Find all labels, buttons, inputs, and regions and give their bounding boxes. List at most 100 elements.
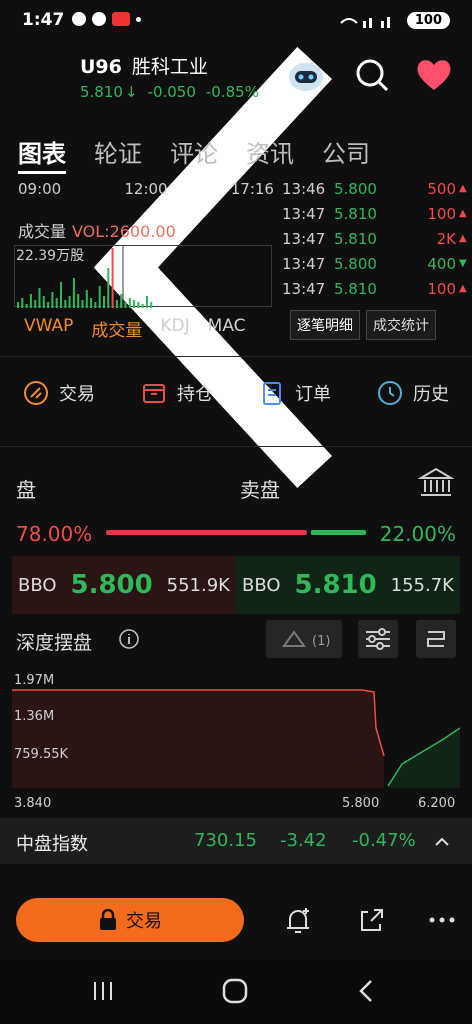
- volume-header: 成交量 VOL:2600.00: [18, 218, 176, 242]
- bid-size: 551.9K: [166, 574, 230, 596]
- settings-sliders-button[interactable]: [358, 620, 398, 658]
- depth-chart[interactable]: 1.97M 1.36M 759.55K: [12, 668, 461, 788]
- volume-bar: [55, 298, 58, 308]
- volume-bar: [120, 294, 123, 308]
- tick-view-buttons: 逐笔明细 成交统计: [290, 310, 436, 340]
- last-price: 5.810: [80, 83, 123, 101]
- indicator-kdj[interactable]: KDJ: [160, 316, 189, 341]
- stock-code: U96: [80, 56, 122, 78]
- volume-bar: [25, 304, 28, 308]
- trade-action-label: 交易: [59, 384, 95, 405]
- time-label: 12:00: [124, 180, 168, 198]
- volume-bar: [103, 296, 105, 308]
- favorite-heart-icon[interactable]: [414, 55, 454, 95]
- divider: [0, 446, 472, 447]
- stock-quote: 5.810 ↓ -0.050 -0.85%: [80, 83, 269, 101]
- switch-icon: [427, 631, 445, 647]
- tab-chart[interactable]: 图表: [18, 134, 66, 174]
- depth-chart-plot: 1.97M 1.36M 759.55K: [12, 673, 461, 788]
- tick-qty: 2K: [436, 229, 456, 248]
- sell-side-label: 卖盘: [240, 478, 280, 502]
- tab-comments[interactable]: 评论: [170, 134, 218, 174]
- broker-filter-button[interactable]: (1): [266, 620, 342, 658]
- volume-bar: [60, 282, 62, 308]
- index-value: 730.15: [194, 830, 257, 851]
- system-nav-bar: [0, 960, 472, 1024]
- robot-assistant-icon[interactable]: [286, 55, 326, 95]
- volume-bar: [21, 298, 24, 308]
- volume-bar: [64, 300, 67, 308]
- exchange-bank-icon[interactable]: [418, 466, 454, 500]
- index-change: -3.42: [280, 830, 327, 851]
- divider: [0, 356, 472, 357]
- volume-bar: [34, 300, 37, 308]
- action-row: 交易 持仓 订单 历史: [0, 380, 472, 406]
- tick-detail-button[interactable]: 逐笔明细: [290, 310, 360, 340]
- volume-bar: [115, 300, 118, 308]
- sliders-icon: [366, 628, 390, 650]
- depth-y-label: 1.36M: [14, 709, 54, 724]
- volume-bar: [146, 296, 148, 308]
- best-bid-offer: BBO 5.800 551.9K BBO 5.810 155.7K: [12, 556, 460, 614]
- triangle-up-icon: ▲: [459, 233, 467, 244]
- tick-time: 13:46: [282, 179, 326, 198]
- tab-company[interactable]: 公司: [322, 134, 370, 174]
- indicator-volume[interactable]: 成交量: [91, 316, 142, 341]
- search-icon[interactable]: [352, 55, 392, 95]
- volume-bar: [51, 292, 54, 308]
- chevron-up-icon[interactable]: [432, 832, 452, 852]
- tick-price: 5.810: [334, 229, 377, 248]
- orders-action-label: 订单: [295, 384, 331, 405]
- volume-bar: [107, 268, 110, 308]
- index-ticker-bar[interactable]: 中盘指数 730.15 -3.42 -0.47%: [0, 818, 472, 864]
- index-change-pct: -0.47%: [352, 830, 416, 851]
- best-bid[interactable]: BBO 5.800 551.9K: [12, 556, 236, 614]
- depth-y-label: 1.97M: [14, 673, 54, 688]
- tick-time: 13:47: [282, 254, 326, 273]
- indicator-vwap[interactable]: VWAP: [24, 316, 73, 341]
- volume-value: VOL:2600.00: [72, 222, 176, 241]
- trade-stats-button[interactable]: 成交统计: [366, 310, 436, 340]
- tab-warrants[interactable]: 轮证: [94, 134, 142, 174]
- volume-bar: [111, 248, 114, 308]
- share-icon[interactable]: [356, 904, 388, 936]
- tick-list: 13:46 5.800 500 ▲ 13:47 5.810 100 ▲ 13:47 5.810 2K…: [282, 176, 472, 301]
- more-options-icon[interactable]: [426, 904, 458, 936]
- orders-action[interactable]: 订单: [259, 380, 331, 406]
- tab-news[interactable]: 资讯: [246, 134, 294, 174]
- price-change: -0.050: [147, 83, 196, 101]
- depth-x-label: 6.200: [418, 796, 456, 811]
- history-action[interactable]: 历史: [377, 380, 449, 406]
- volume-bar: [42, 296, 45, 308]
- filter-count: (1): [312, 634, 330, 649]
- trade-button[interactable]: 交易: [16, 898, 244, 942]
- volume-bar: [124, 302, 127, 308]
- indicator-mac[interactable]: MAC: [208, 316, 246, 341]
- price-alert-bell-icon[interactable]: [282, 904, 314, 936]
- tick-qty: 500: [427, 179, 456, 198]
- volume-bar: [81, 300, 84, 308]
- index-name: 中盘指数: [16, 834, 88, 855]
- info-icon[interactable]: [118, 628, 140, 650]
- tick-price: 5.800: [334, 254, 377, 273]
- volume-bar: [137, 302, 140, 308]
- volume-max-label: 22.39万股: [16, 248, 85, 264]
- home-icon[interactable]: [220, 976, 250, 1006]
- tick-row: 13:47 5.810 2K ▲: [282, 226, 472, 251]
- history-clock-icon: [378, 381, 402, 405]
- time-axis: 09:00 12:00 17:16: [18, 180, 274, 198]
- main-tabs: 图表 轮证 评论 资讯 公司: [18, 134, 370, 174]
- trade-action[interactable]: 交易: [23, 380, 95, 406]
- ask-price: 5.810: [294, 570, 377, 600]
- volume-bar: [128, 298, 131, 308]
- positions-action[interactable]: 持仓: [141, 380, 213, 406]
- volume-bar: [77, 294, 80, 308]
- best-ask[interactable]: BBO 5.810 155.7K: [236, 556, 460, 614]
- recent-apps-icon[interactable]: [90, 978, 116, 1004]
- switch-view-button[interactable]: [416, 620, 456, 658]
- nav-back-icon[interactable]: [354, 978, 380, 1004]
- tick-price: 5.800: [334, 179, 377, 198]
- triangle-up-icon: ▲: [459, 183, 467, 194]
- time-label: 17:16: [230, 180, 274, 198]
- stock-title: U96 胜科工业: [80, 52, 208, 79]
